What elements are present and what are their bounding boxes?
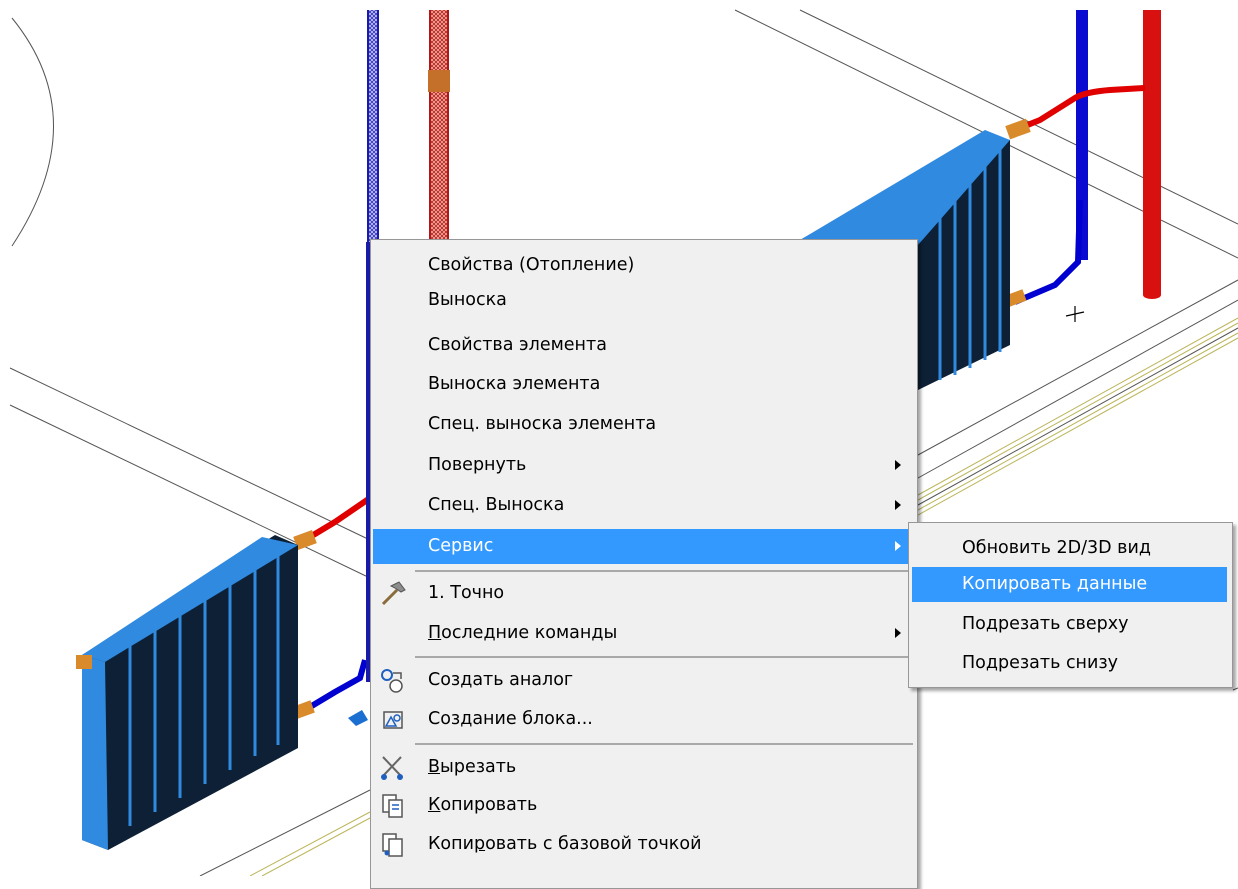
menu-item-cut[interactable]: Вырезать — [373, 750, 915, 785]
menu-separator — [415, 743, 913, 745]
menu-item-label: Выноска — [428, 290, 507, 310]
service-submenu: Обновить 2D/3D вид Копировать данные Под… — [908, 522, 1233, 688]
submenu-arrow-icon — [895, 628, 901, 638]
cursor-crosshair — [1065, 306, 1085, 322]
right-supply-riser — [1143, 10, 1161, 295]
submenu-arrow-icon — [895, 500, 901, 510]
menu-separator — [415, 656, 913, 658]
menu-item-label: Копировать — [428, 795, 538, 815]
copy-icon — [382, 794, 403, 818]
menu-item-service[interactable]: Сервис — [373, 529, 915, 564]
menu-item-label: 1. Точно — [428, 583, 505, 603]
right-supply-valve — [1005, 118, 1031, 140]
menu-item-rotate[interactable]: Повернуть — [373, 448, 915, 483]
submenu-item-update-view[interactable]: Обновить 2D/3D вид — [912, 531, 1227, 566]
right-supply-riser-end — [1143, 291, 1161, 299]
supply-riser-hatch — [431, 10, 447, 242]
menu-item-create-analog[interactable]: Создать аналог — [373, 663, 915, 698]
submenu-item-label: Копировать данные — [962, 574, 1148, 594]
menu-item-label: Вырезать — [428, 757, 517, 777]
create-block-icon — [383, 711, 403, 729]
menu-item-label: Спец. Выноска — [428, 495, 565, 515]
menu-item-create-block[interactable]: Создание блока... — [373, 702, 915, 737]
submenu-arrow-icon — [895, 460, 901, 470]
menu-item-special-leader[interactable]: Спец. Выноска — [373, 488, 915, 523]
right-return-connection — [1013, 199, 1083, 305]
left-return-connection — [303, 659, 368, 713]
left-supply-connection — [303, 495, 372, 543]
submenu-item-trim-bottom[interactable]: Подрезать снизу — [912, 646, 1227, 681]
submenu-item-label: Подрезать снизу — [962, 653, 1119, 673]
scissors-icon — [381, 756, 403, 780]
riser-fitting — [428, 70, 450, 92]
menu-item-label: Выноска элемента — [428, 374, 601, 394]
submenu-item-label: Обновить 2D/3D вид — [962, 538, 1151, 558]
left-radiator-plug — [76, 655, 92, 669]
grip-marker[interactable] — [348, 710, 368, 726]
submenu-arrow-icon — [895, 541, 901, 551]
menu-item-label: Сервис — [428, 536, 494, 556]
menu-item-label: Создание блока... — [428, 709, 593, 729]
menu-item-copy[interactable]: Копировать — [373, 788, 915, 823]
menu-item-element-leader[interactable]: Выноска элемента — [373, 367, 915, 402]
submenu-item-trim-top[interactable]: Подрезать сверху — [912, 607, 1227, 642]
submenu-item-copy-data[interactable]: Копировать данные — [912, 567, 1227, 602]
menu-item-label: Повернуть — [428, 455, 527, 475]
left-radiator — [76, 535, 298, 850]
menu-item-label: Спец. выноска элемента — [428, 414, 657, 434]
copy-base-point-icon — [382, 833, 403, 857]
menu-separator — [415, 570, 913, 572]
menu-item-label: Копировать с базовой точкой — [428, 834, 702, 854]
menu-item-label: Свойства (Отопление) — [428, 255, 635, 275]
menu-item-label: Свойства элемента — [428, 335, 607, 355]
hammer-icon — [381, 581, 406, 606]
menu-item-copy-base-point[interactable]: Копировать с базовой точкой — [373, 827, 915, 862]
create-analog-icon — [381, 669, 403, 693]
menu-item-label: Последние команды — [428, 623, 618, 643]
menu-item-recent-commands[interactable]: Последние команды — [373, 616, 915, 651]
menu-item-element-properties[interactable]: Свойства элемента — [373, 328, 915, 363]
menu-item-label: Создать аналог — [428, 670, 574, 690]
submenu-item-label: Подрезать сверху — [962, 614, 1129, 634]
menu-item-precise[interactable]: 1. Точно — [373, 576, 915, 611]
menu-item-special-element-leader[interactable]: Спец. выноска элемента — [373, 407, 915, 442]
return-riser-hatch — [369, 10, 377, 242]
context-menu: Свойства (Отопление) Выноска Свойства эл… — [370, 239, 918, 889]
menu-item-properties-heating[interactable]: Свойства (Отопление) — [373, 248, 915, 283]
menu-item-leader[interactable]: Выноска — [373, 283, 915, 318]
